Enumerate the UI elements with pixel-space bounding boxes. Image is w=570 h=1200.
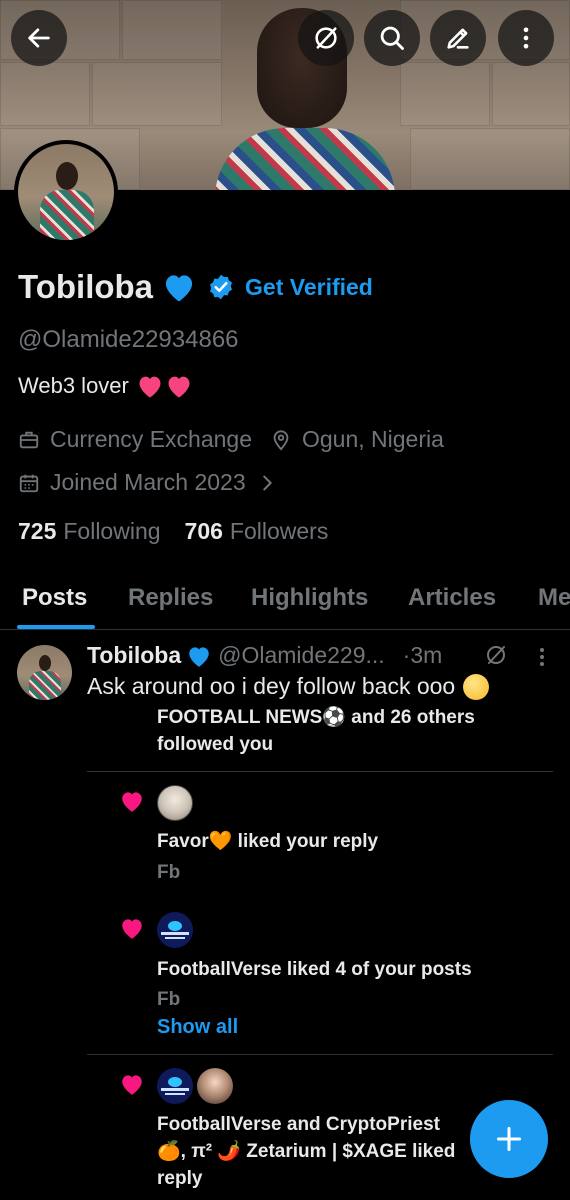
- followers-label: Followers: [229, 518, 329, 544]
- favor-avatar[interactable]: [157, 785, 193, 821]
- banner-wall-block: [122, 0, 222, 60]
- chevron-right-icon: [262, 475, 272, 490]
- post-more-icon[interactable]: [535, 646, 549, 668]
- post-author-avatar[interactable]: [17, 645, 72, 700]
- profile-name-row: Tobiloba Get Verified: [18, 268, 373, 306]
- grok-icon: [315, 27, 337, 49]
- post-author-name[interactable]: Tobiloba: [87, 642, 181, 669]
- following-count: 725: [18, 518, 57, 544]
- blue-heart-icon: [189, 646, 209, 667]
- pink-heart-icon: [168, 376, 190, 398]
- verified-badge-icon[interactable]: [207, 273, 235, 301]
- post-body: Ask around oo i dey follow back ooo: [87, 673, 456, 699]
- tab-highlights[interactable]: Highlights: [251, 584, 368, 612]
- compose-post-button[interactable]: [470, 1100, 548, 1178]
- tab-replies[interactable]: Replies: [128, 584, 213, 612]
- profile-tabs: Posts Replies Highlights Articles Me: [0, 570, 570, 630]
- footballverse-avatar[interactable]: [157, 1068, 193, 1104]
- banner-wall-block: [92, 62, 222, 126]
- arrow-left-icon: [28, 28, 50, 48]
- notification-3-text[interactable]: FootballVerse and CryptoPriest 🍊, π² 🌶️ …: [157, 1111, 455, 1192]
- like-heart-icon: [122, 1075, 142, 1095]
- pencil-icon: [447, 28, 469, 49]
- post-author-handle: @Olamide229...: [218, 642, 385, 668]
- tab-posts[interactable]: Posts: [22, 584, 87, 612]
- following-link[interactable]: 725 Following: [18, 518, 161, 545]
- location-item: Ogun, Nigeria: [270, 426, 444, 453]
- location-text: Ogun, Nigeria: [302, 426, 444, 452]
- search-button[interactable]: [364, 10, 420, 66]
- grok-button[interactable]: [298, 10, 354, 66]
- notification-3-line2: 🍊, π² 🌶️ Zetarium | $XAGE liked: [157, 1141, 456, 1162]
- get-verified-link[interactable]: Get Verified: [245, 274, 373, 301]
- post-time: ·3m: [402, 642, 443, 668]
- profession-item: Currency Exchange: [18, 426, 252, 453]
- banner-wall-block: [400, 62, 490, 126]
- show-all-link[interactable]: Show all: [157, 1016, 238, 1039]
- banner-wall-block: [410, 128, 570, 190]
- footballverse-avatar[interactable]: [157, 912, 193, 948]
- followed-line2: followed you: [157, 734, 274, 755]
- smiling-face-emoji: [463, 673, 490, 700]
- profile-name: Tobiloba: [18, 268, 154, 305]
- banner-wall-block: [492, 62, 570, 126]
- profile-avatar[interactable]: [14, 140, 118, 244]
- search-icon: [380, 26, 404, 50]
- banner-wall-block: [0, 62, 90, 126]
- like-heart-icon: [122, 919, 142, 939]
- post-header: Tobiloba @Olamide229... ·3m: [87, 642, 442, 669]
- pink-heart-icon: [139, 376, 161, 398]
- briefcase-icon: [19, 431, 39, 448]
- following-label: Following: [63, 518, 161, 544]
- notification-1-sub: Fb: [157, 862, 181, 883]
- profile-bio: Web3 lover: [18, 373, 193, 399]
- like-heart-icon: [122, 792, 142, 812]
- active-tab-indicator: [17, 625, 95, 629]
- notification-2-sub: Fb: [157, 989, 181, 1010]
- location-pin-icon: [273, 429, 289, 451]
- back-button[interactable]: [11, 10, 67, 66]
- profile-handle: @Olamide22934866: [18, 326, 239, 353]
- followed-line1: FOOTBALL NEWS⚽ and 26 others: [157, 707, 475, 728]
- bio-text: Web3 lover: [18, 373, 129, 398]
- cryptopriest-avatar[interactable]: [197, 1068, 233, 1104]
- tab-articles[interactable]: Articles: [408, 584, 496, 612]
- blue-heart-icon: [165, 275, 193, 302]
- calendar-icon: [19, 474, 39, 492]
- plus-icon: [496, 1126, 522, 1152]
- joined-row[interactable]: Joined March 2023: [18, 469, 278, 496]
- followers-link[interactable]: 706 Followers: [185, 518, 329, 545]
- divider: [87, 1054, 553, 1055]
- edit-button[interactable]: [430, 10, 486, 66]
- notification-1-text[interactable]: Favor🧡 liked your reply: [157, 828, 378, 855]
- notification-3-line3: reply: [157, 1168, 203, 1189]
- post-text: Ask around oo i dey follow back ooo: [87, 673, 490, 700]
- follow-stats: 725 Following 706 Followers: [18, 518, 328, 545]
- joined-text: Joined March 2023: [50, 469, 246, 495]
- notification-3-line1: FootballVerse and CryptoPriest: [157, 1114, 440, 1135]
- followers-count: 706: [184, 518, 223, 544]
- followed-notification[interactable]: FOOTBALL NEWS⚽ and 26 others followed yo…: [157, 704, 475, 758]
- grok-icon[interactable]: [484, 643, 508, 667]
- more-button[interactable]: [498, 10, 554, 66]
- notification-2-text[interactable]: FootballVerse liked 4 of your posts: [157, 956, 472, 983]
- profession-text[interactable]: Currency Exchange: [50, 426, 252, 453]
- more-vertical-icon: [523, 27, 529, 49]
- divider: [87, 771, 553, 772]
- profile-meta-row: Currency Exchange Ogun, Nigeria: [18, 426, 444, 453]
- tab-media[interactable]: Me: [538, 584, 570, 612]
